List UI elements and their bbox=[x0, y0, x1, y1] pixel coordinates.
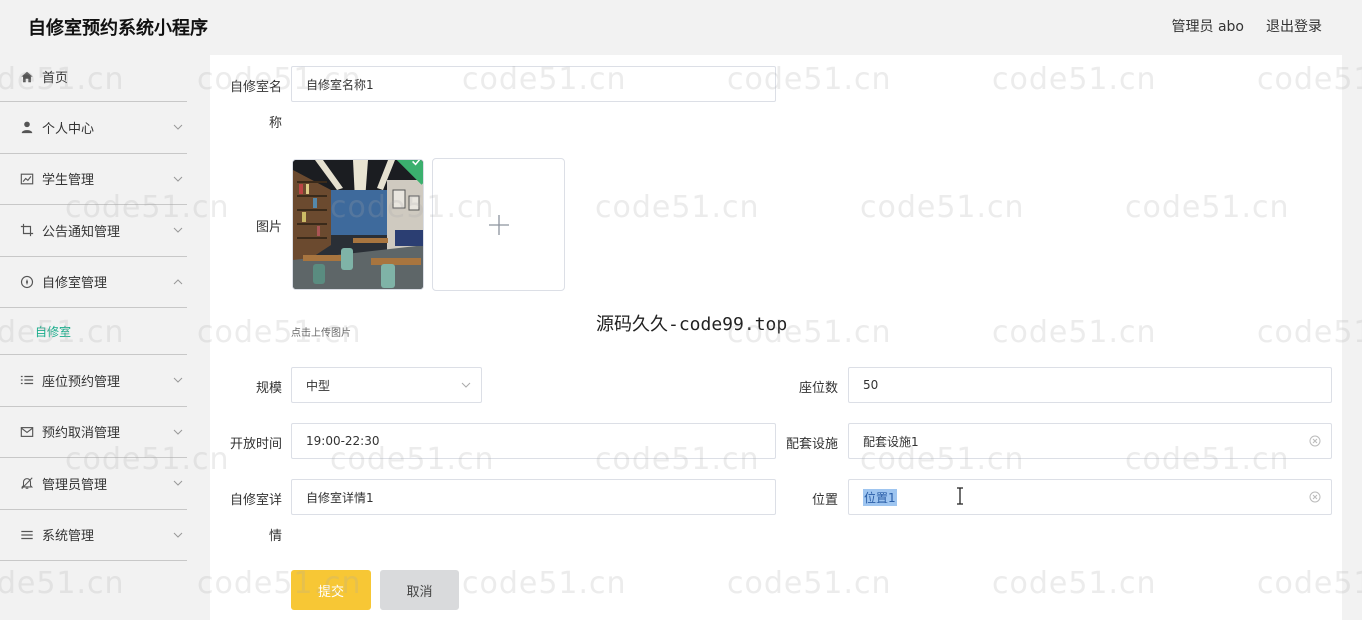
logout-link[interactable]: 退出登录 bbox=[1266, 16, 1322, 36]
crop-icon bbox=[20, 223, 34, 237]
name-label: 自修室名 bbox=[229, 80, 282, 95]
open-time-label: 开放时间 bbox=[229, 437, 282, 452]
scale-label: 规模 bbox=[255, 381, 282, 396]
location-input[interactable]: 位置1 bbox=[848, 479, 1332, 515]
sidebar-item-students[interactable]: 学生管理 bbox=[0, 154, 187, 205]
upload-hint: 点击上传图片 bbox=[291, 328, 351, 339]
name-label-wrap: 称 bbox=[268, 116, 282, 131]
sidebar-item-label: 自修室管理 bbox=[42, 276, 108, 292]
sidebar-item-label: 管理员管理 bbox=[42, 477, 108, 493]
detail-label: 自修室详 bbox=[229, 493, 282, 508]
uploaded-image-thumbnail[interactable] bbox=[292, 159, 424, 290]
top-header: 自修室预约系统小程序 管理员 abo 退出登录 bbox=[0, 0, 1362, 52]
check-icon bbox=[412, 160, 422, 166]
list-icon bbox=[20, 373, 34, 387]
chevron-down-icon bbox=[461, 382, 471, 388]
chevron-down-icon bbox=[173, 176, 183, 182]
selected-text: 位置1 bbox=[863, 488, 897, 506]
sidebar-item-profile[interactable]: 个人中心 bbox=[0, 102, 187, 154]
open-time-input[interactable]: 19:00-22:30 bbox=[291, 423, 776, 459]
cancel-button[interactable]: 取消 bbox=[380, 570, 459, 610]
home-icon bbox=[20, 70, 34, 84]
sidebar-item-study-rooms[interactable]: 自修室管理 bbox=[0, 257, 187, 308]
header-user-area: 管理员 abo 退出登录 bbox=[1172, 16, 1322, 36]
sidebar-item-label: 公告通知管理 bbox=[42, 224, 121, 240]
chevron-down-icon bbox=[173, 480, 183, 486]
sidebar: 首页 个人中心 学生管理 公告通知管理 自修室管理 自修室 座位预约管理 预约取… bbox=[0, 52, 187, 620]
facility-label: 配套设施 bbox=[785, 437, 838, 452]
text-cursor-icon bbox=[957, 487, 963, 505]
submit-button[interactable]: 提交 bbox=[291, 570, 371, 610]
app-title: 自修室预约系统小程序 bbox=[28, 18, 208, 39]
person-icon bbox=[20, 120, 34, 134]
chart-icon bbox=[20, 172, 34, 186]
chevron-down-icon bbox=[173, 429, 183, 435]
sidebar-item-label: 预约取消管理 bbox=[42, 426, 121, 442]
bell-icon bbox=[20, 476, 34, 490]
study-room-photo bbox=[293, 160, 423, 289]
detail-input[interactable]: 自修室详情1 bbox=[291, 479, 776, 515]
sidebar-item-label: 学生管理 bbox=[42, 173, 95, 189]
sidebar-subitem-label: 自修室 bbox=[35, 324, 72, 339]
mail-icon bbox=[20, 425, 34, 439]
chevron-down-icon bbox=[173, 377, 183, 383]
chevron-up-icon bbox=[173, 279, 183, 285]
form-panel bbox=[210, 55, 1342, 620]
sidebar-item-system[interactable]: 系统管理 bbox=[0, 510, 187, 561]
sidebar-item-label: 个人中心 bbox=[42, 121, 95, 137]
image-upload-button[interactable] bbox=[432, 158, 565, 291]
current-user-label[interactable]: 管理员 abo bbox=[1172, 16, 1244, 36]
sidebar-subitem-study-room[interactable]: 自修室 bbox=[0, 308, 187, 355]
seats-label: 座位数 bbox=[798, 381, 838, 396]
scale-select[interactable]: 中型 bbox=[291, 367, 482, 403]
clear-icon[interactable] bbox=[1309, 435, 1321, 447]
chevron-down-icon bbox=[173, 227, 183, 233]
sidebar-item-home[interactable]: 首页 bbox=[0, 52, 187, 102]
seats-input[interactable]: 50 bbox=[848, 367, 1332, 403]
chevron-down-icon bbox=[173, 532, 183, 538]
sidebar-item-announcements[interactable]: 公告通知管理 bbox=[0, 205, 187, 257]
sidebar-item-label: 首页 bbox=[42, 71, 69, 86]
name-input[interactable]: 自修室名称1 bbox=[291, 66, 776, 102]
menu-icon bbox=[20, 528, 34, 542]
sidebar-item-booking-cancel[interactable]: 预约取消管理 bbox=[0, 407, 187, 458]
sidebar-item-seat-booking[interactable]: 座位预约管理 bbox=[0, 355, 187, 407]
compass-icon bbox=[20, 275, 34, 289]
facility-input[interactable]: 配套设施1 bbox=[848, 423, 1332, 459]
sidebar-item-label: 座位预约管理 bbox=[42, 374, 121, 390]
sidebar-item-admins[interactable]: 管理员管理 bbox=[0, 458, 187, 510]
image-label: 图片 bbox=[255, 220, 282, 235]
clear-icon[interactable] bbox=[1309, 491, 1321, 503]
sidebar-item-label: 系统管理 bbox=[42, 529, 95, 545]
plus-icon bbox=[488, 214, 509, 235]
overlay-promo-text: 源码久久-code99.top bbox=[596, 314, 788, 335]
chevron-down-icon bbox=[173, 124, 183, 130]
detail-label-wrap: 情 bbox=[268, 529, 282, 544]
location-label: 位置 bbox=[811, 493, 838, 508]
